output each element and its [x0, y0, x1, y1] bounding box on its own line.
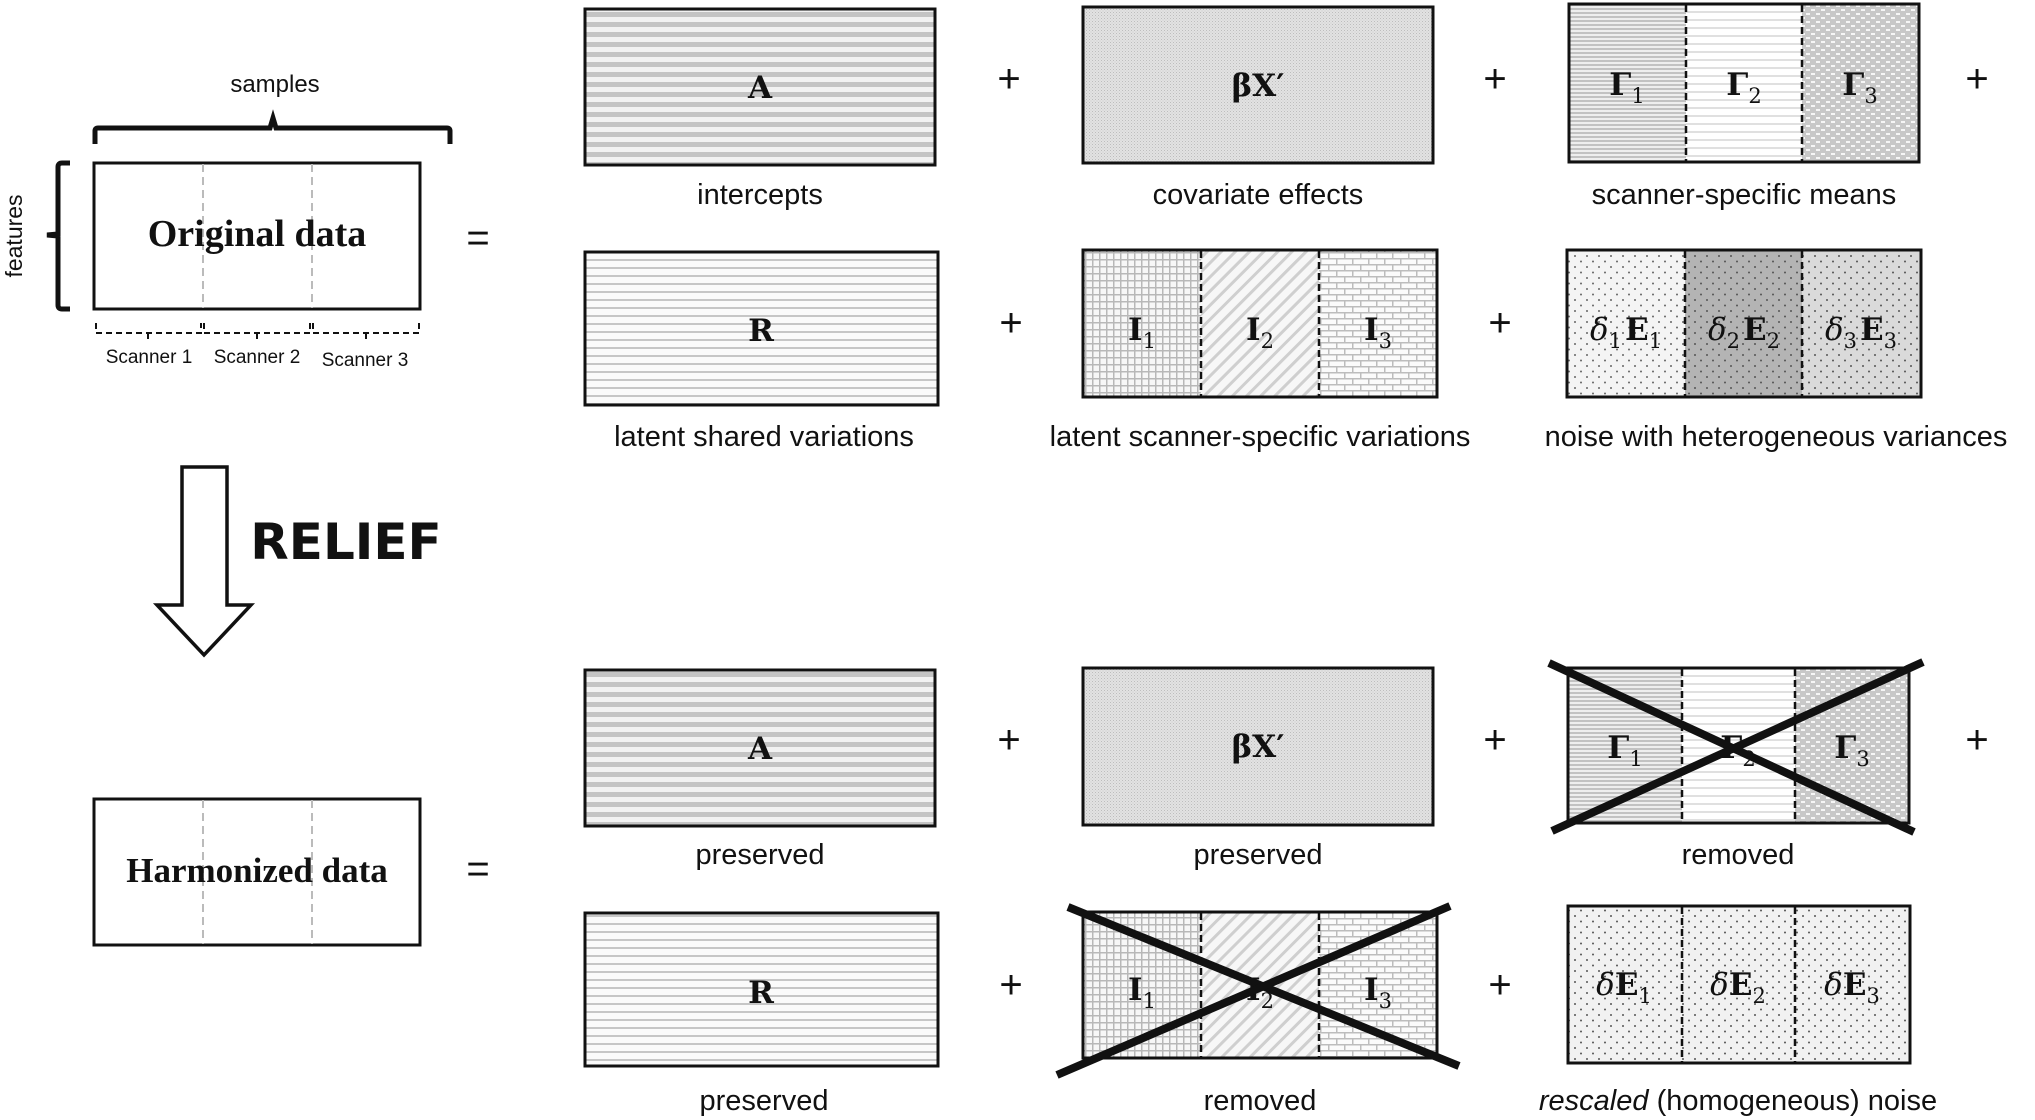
plus-sign: +: [1483, 718, 1506, 762]
plus-sign: +: [1488, 963, 1511, 1007]
scanner-label: Scanner 1: [106, 347, 193, 368]
plus-sign: +: [999, 963, 1022, 1007]
samples-label: samples: [230, 71, 319, 98]
harmonized-data-title: Harmonized data: [126, 851, 388, 890]
intercepts-symbol: A: [747, 731, 773, 767]
means-caption: scanner-specific means: [1592, 179, 1897, 211]
plus-sign: +: [1965, 718, 1988, 762]
covariates-caption: preserved: [1194, 839, 1323, 871]
scanner-label: Scanner 3: [322, 350, 409, 371]
relief-step: RELIEF: [152, 465, 442, 658]
bottom-specific-term: I1 I2 I3 removed: [1055, 902, 1461, 1117]
harmonized-data-block: Harmonized data =: [92, 797, 490, 947]
intercepts-caption: preserved: [696, 839, 825, 871]
shared-caption: latent shared variations: [614, 421, 914, 453]
plus-sign: +: [999, 301, 1022, 345]
relief-diagram: samples features Original data Scanner 1…: [1, 2, 2008, 1117]
top-specific-term: I1 I2 I3 latent scanner-specific variati…: [1050, 248, 1471, 453]
covariates-symbol: βX′: [1232, 68, 1285, 104]
intercepts-caption: intercepts: [697, 179, 823, 211]
noise-caption: rescaled (homogeneous) noise: [1539, 1085, 1937, 1117]
scanner-1-brace: [95, 323, 202, 340]
shared-caption: preserved: [700, 1085, 829, 1117]
original-data-title: Original data: [148, 213, 367, 255]
plus-sign: +: [997, 57, 1020, 101]
shared-symbol: R: [748, 313, 774, 349]
top-intercepts-term: A intercepts: [583, 7, 937, 211]
features-brace: [46, 160, 70, 312]
noise-caption: noise with heterogeneous variances: [1545, 421, 2008, 453]
plus-sign: +: [1488, 301, 1511, 345]
bottom-shared-term: R preserved: [583, 911, 940, 1117]
method-label: RELIEF: [250, 513, 441, 571]
intercepts-symbol: A: [747, 70, 773, 106]
top-shared-term: R latent shared variations: [583, 250, 940, 453]
plus-sign: +: [1965, 57, 1988, 101]
means-caption: removed: [1682, 839, 1795, 871]
bottom-noise-term: δE1 δE2 δE3 rescaled (homogeneous) noise: [1539, 904, 1937, 1117]
specific-caption: removed: [1204, 1085, 1317, 1117]
original-data-block: samples features Original data Scanner 1…: [1, 71, 490, 371]
equals-sign: =: [466, 847, 489, 891]
specific-caption: latent scanner-specific variations: [1050, 421, 1471, 453]
samples-brace: [92, 109, 453, 144]
scanner-3-brace: [312, 323, 420, 340]
covariates-caption: covariate effects: [1153, 179, 1364, 211]
plus-sign: +: [1483, 57, 1506, 101]
down-arrow-icon: [152, 465, 256, 658]
bottom-covariates-term: βX′ preserved: [1081, 666, 1435, 871]
top-covariates-term: βX′ covariate effects: [1081, 5, 1435, 211]
scanner-2-brace: [203, 323, 311, 340]
bottom-means-term: Γ1 Γ2 Γ3 removed: [1547, 658, 1925, 871]
shared-symbol: R: [748, 975, 774, 1011]
top-means-term: Γ1 Γ2 Γ3 scanner-specific means: [1567, 2, 1921, 211]
equals-sign: =: [466, 216, 489, 260]
plus-sign: +: [997, 718, 1020, 762]
bottom-intercepts-term: A preserved: [583, 668, 937, 871]
covariates-symbol: βX′: [1232, 729, 1285, 765]
top-noise-term: δ1E1 δ2E2 δ3E3 noise with heterogeneous …: [1545, 248, 2008, 453]
scanner-label: Scanner 2: [214, 347, 301, 368]
features-label: features: [1, 194, 27, 277]
